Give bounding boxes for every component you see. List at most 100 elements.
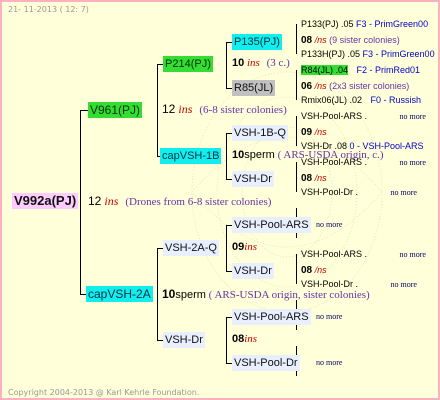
dd-info: 08ins (232, 334, 257, 345)
df-num: 09 (232, 241, 245, 253)
ddf-nomore: no more (316, 312, 343, 321)
connector (157, 64, 158, 156)
f-num: 12 (162, 102, 176, 116)
connector (157, 248, 158, 340)
dfd-line1-nomore: no more (399, 250, 426, 259)
connector (296, 70, 297, 100)
fdf-line1: VSH-Pool-ARS . no more (301, 112, 426, 121)
queen-vsh-pool-dr-dd[interactable]: VSH-Pool-Dr (232, 355, 300, 371)
fdd-num: 08 (301, 173, 313, 184)
queen-vsh-1b-q[interactable]: VSH-1B-Q (232, 125, 288, 141)
ff-note: (3 c.) (266, 57, 290, 69)
fd-sperm: sperm (244, 149, 275, 161)
ffd-line2: Rmix06(JL) .02 F0 - Russish (301, 96, 421, 105)
queen-vsh-dr-d[interactable]: VSH-Dr (163, 332, 205, 348)
dfd-line1-name: VSH-Pool-ARS . (301, 249, 368, 259)
fdd-line2: VSH-Pool-Dr . no more (301, 188, 417, 197)
fdf-line1-nomore: no more (399, 112, 426, 121)
pedigree-page: 21- 11-2013 ( 12: 7) Copyright 2004-2013… (0, 0, 440, 400)
ff-info: 10 ins (3 c.) (232, 58, 290, 69)
connector (226, 317, 227, 363)
queen-vsh-dr-df[interactable]: VSH-Dr (232, 263, 274, 279)
fdd-line1: VSH-Pool-ARS . no more (301, 158, 426, 167)
connector (226, 225, 227, 271)
fdd-line2-name: VSH-Pool-Dr . (301, 187, 359, 197)
connector (80, 110, 81, 294)
fff-line1-name: P133(PJ) .05 (301, 19, 354, 29)
df-ins: ins (244, 241, 258, 253)
ffd-line1-origin: F2 - PrimRed01 (356, 65, 421, 75)
fff-num: 08 (301, 35, 313, 46)
root-ins: ins (104, 194, 119, 208)
ff-ins: ins (247, 57, 260, 69)
ddd-nomore: no more (316, 358, 343, 367)
fdd-line1-nomore: no more (399, 158, 426, 167)
d-sperm: sperm (175, 289, 206, 301)
fdf-line2: VSH-Dr .08 0 - VSH-Pool-ARS (301, 142, 424, 151)
fdd-line1-name: VSH-Pool-ARS . (301, 157, 368, 167)
d-note: ( ARS-USDA origin, sister colonies) (208, 289, 370, 301)
queen-p214[interactable]: P214(PJ) (163, 56, 213, 72)
dfd-line1: VSH-Pool-ARS . no more (301, 250, 426, 259)
dfd-num: 08 (301, 265, 313, 276)
fdf-line1-name: VSH-Pool-ARS . (301, 111, 368, 121)
fff-ins: /ns (314, 35, 327, 45)
ffd-num: 06 (301, 81, 313, 92)
fdf-line2-name: VSH-Dr .08 (301, 141, 348, 151)
connector (296, 254, 297, 284)
fdf-info: 09 /ns (301, 128, 327, 138)
fff-note: (9 sister colonies) (329, 35, 400, 45)
fdf-line2-origin: 0 - VSH-Pool-ARS (349, 141, 424, 151)
queen-vsh-dr-fd[interactable]: VSH-Dr (232, 171, 274, 187)
queen-vsh-pool-ars-df[interactable]: VSH-Pool-ARS (232, 217, 311, 233)
queen-p135[interactable]: P135(PJ) (232, 34, 282, 50)
fd-num: 10 (232, 149, 245, 161)
dfd-info: 08 /ns (301, 266, 327, 276)
queen-vsh-2a-q[interactable]: VSH-2A-Q (163, 240, 219, 256)
dfd-line2: VSH-Pool-Dr . no more (301, 280, 417, 289)
fff-line1-origin: F3 - PrimGreen00 (356, 19, 429, 29)
queen-v992a[interactable]: V992a(PJ) (12, 193, 79, 209)
f-info: 12 ins (6-8 sister colonies) (162, 103, 287, 116)
dff-nomore: no more (316, 220, 343, 229)
fff-line2-origin: F3 - PrimGreen00 (362, 49, 435, 59)
dd-ins: ins (244, 333, 258, 345)
queen-capvsh-1b[interactable]: capVSH-1B (160, 148, 222, 164)
ffd-line1-name: R84(JL) .04 (301, 65, 349, 75)
connector (296, 24, 297, 54)
fff-line1: P133(PJ) .05 F3 - PrimGreen00 (301, 20, 428, 29)
ffd-note: (2x3 sister colonies) (329, 81, 410, 91)
root-num: 12 (88, 194, 102, 208)
fff-info: 08 /ns (9 sister colonies) (301, 36, 400, 46)
root-info: 12 ins (Drones from 6-8 sister colonies) (88, 195, 271, 208)
copyright: Copyright 2004-2013 @ Karl Kehrle Founda… (8, 388, 200, 397)
ffd-line1: R84(JL) .04 F2 - PrimRed01 (301, 65, 421, 75)
d-info: 10sperm ( ARS-USDA origin, sister coloni… (162, 288, 370, 301)
fdd-line2-nomore: no more (390, 188, 417, 197)
connector (226, 42, 227, 88)
fff-line2: P133H(PJ) .05 F3 - PrimGreen00 (301, 50, 435, 59)
connector (296, 116, 297, 146)
queen-capvsh-2a[interactable]: capVSH-2A (86, 286, 153, 302)
report-date: 21- 11-2013 ( 12: 7) (8, 5, 89, 14)
connector (296, 162, 297, 192)
fff-line2-name: P133H(PJ) .05 (301, 49, 361, 59)
df-info: 09ins (232, 242, 257, 253)
queen-v961[interactable]: V961(PJ) (88, 102, 143, 118)
fdd-info: 08 /ns (301, 174, 327, 184)
connector (80, 110, 88, 111)
fdf-num: 09 (301, 127, 313, 138)
ffd-line2-origin: F0 - Russish (370, 95, 422, 105)
dfd-ins: /ns (314, 265, 327, 275)
queen-vsh-pool-ars-dd[interactable]: VSH-Pool-ARS (232, 309, 311, 325)
queen-r85[interactable]: R85(JL) (232, 80, 276, 96)
dfd-line2-name: VSH-Pool-Dr . (301, 279, 359, 289)
ffd-info: 06 /ns (2x3 sister colonies) (301, 82, 409, 92)
ffd-ins: /ns (314, 81, 327, 91)
fdd-ins: /ns (314, 173, 327, 183)
f-note: (6-8 sister colonies) (199, 104, 287, 116)
connector (226, 133, 227, 179)
dd-num: 08 (232, 333, 245, 345)
root-note: (Drones from 6-8 sister colonies) (125, 196, 272, 208)
d-num: 10 (162, 287, 176, 301)
